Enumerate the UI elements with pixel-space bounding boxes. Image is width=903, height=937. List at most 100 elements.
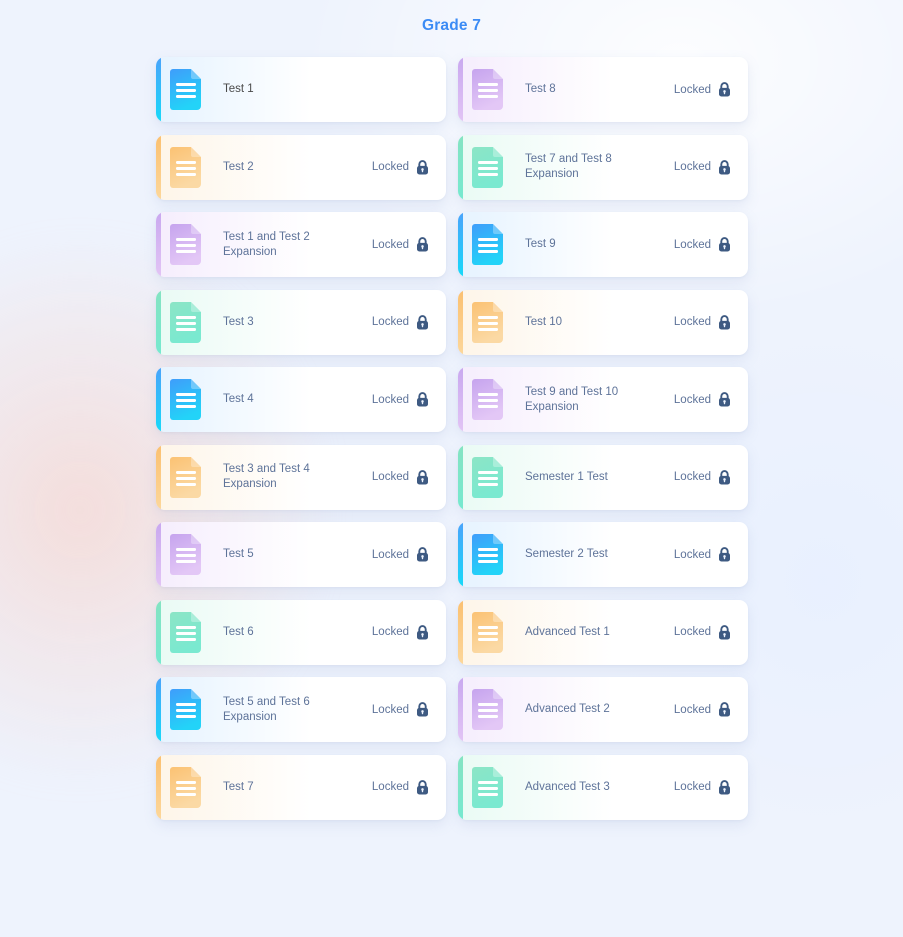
test-card[interactable]: Semester 2 Test Locked [458,522,748,587]
test-card[interactable]: Test 2 Locked [156,134,446,200]
card-accent-bar [156,212,161,277]
padlock-icon [416,469,429,485]
test-card[interactable]: Test 3 and Test 4 Expansion Locked [156,444,446,510]
card-accent-bar [156,57,161,122]
test-card[interactable]: Test 9 and Test 10 Expansion Locked [458,367,748,432]
test-card-title: Test 10 [525,315,563,328]
locked-status-badge: Locked [674,392,731,407]
test-card-title: Test 2 [223,160,254,173]
locked-status-badge: Locked [372,392,429,407]
test-card-title: Test 6 [223,625,254,638]
padlock-icon [718,237,731,252]
card-accent-bar [458,57,463,122]
test-card-grid: Test 1 Test 8 Locked Test 2 Locked Test … [0,57,903,820]
locked-status-badge: Locked [674,314,731,330]
test-card-title: Test 3 and Test 4 Expansion [223,463,310,490]
locked-status-label: Locked [371,781,409,793]
test-card[interactable]: Test 4 Locked [156,367,446,432]
padlock-icon [718,702,731,717]
locked-status-label: Locked [371,161,409,173]
test-card[interactable]: Test 10 Locked [458,289,748,355]
test-card[interactable]: Test 1 and Test 2 Expansion Locked [156,212,446,277]
locked-status-badge: Locked [673,779,731,795]
locked-status-label: Locked [673,548,711,561]
padlock-icon [416,237,429,252]
padlock-icon [718,82,731,97]
locked-status-badge: Locked [371,469,429,485]
padlock-icon [416,159,429,175]
padlock-icon [718,392,731,407]
test-card[interactable]: Test 7 and Test 8 Expansion Locked [458,134,748,200]
card-accent-bar [458,677,463,742]
card-accent-bar [458,522,463,587]
locked-status-label: Locked [673,781,711,793]
test-card-title: Test 7 [223,780,254,793]
card-accent-bar [458,754,463,820]
test-card[interactable]: Test 6 Locked [156,599,446,665]
card-accent-bar [156,522,161,587]
card-accent-bar [458,599,463,665]
card-accent-bar [458,289,463,355]
locked-status-badge: Locked [673,469,731,485]
card-accent-bar [156,754,161,820]
document-icon [472,69,504,110]
padlock-icon [416,392,429,407]
test-card-title: Advanced Test 2 [525,703,610,715]
locked-status-label: Locked [673,626,711,638]
test-card-title: Test 1 [223,83,254,95]
test-card-title: Test 8 [525,83,556,95]
test-card[interactable]: Test 5 and Test 6 Expansion Locked [156,677,446,742]
locked-status-label: Locked [673,238,711,251]
locked-status-label: Locked [673,161,711,173]
card-accent-bar [458,444,463,510]
test-card[interactable]: Test 9 Locked [458,212,748,277]
test-card-title: Test 3 [223,315,254,328]
test-card-title: Test 5 and Test 6 Expansion [223,695,310,723]
card-accent-bar [458,367,463,432]
document-icon [170,146,202,188]
test-card-title: Test 4 [223,393,254,405]
test-card[interactable]: Test 5 Locked [156,522,446,587]
padlock-icon [718,469,731,485]
padlock-icon [416,314,429,330]
locked-status-badge: Locked [673,624,731,640]
locked-status-badge: Locked [674,82,731,97]
test-card-title: Semester 2 Test [525,548,608,560]
card-accent-bar [458,212,463,277]
test-card[interactable]: Test 1 [156,57,446,122]
locked-status-badge: Locked [371,314,429,330]
locked-status-badge: Locked [371,779,429,795]
card-accent-bar [156,289,161,355]
card-accent-bar [156,134,161,200]
locked-status-badge: Locked [372,547,429,562]
padlock-icon [416,779,429,795]
locked-status-label: Locked [673,83,711,96]
locked-status-label: Locked [371,471,409,483]
locked-status-label: Locked [371,238,409,251]
locked-status-label: Locked [371,548,409,561]
document-icon [472,611,504,653]
locked-status-label: Locked [371,393,409,406]
document-icon [472,456,504,498]
card-accent-bar [458,134,463,200]
test-card[interactable]: Advanced Test 1 Locked [458,599,748,665]
padlock-icon [718,159,731,175]
document-icon [170,379,202,420]
test-card[interactable]: Test 8 Locked [458,57,748,122]
card-accent-bar [156,444,161,510]
test-card[interactable]: Advanced Test 2 Locked [458,677,748,742]
locked-status-badge: Locked [372,702,429,717]
locked-status-label: Locked [673,471,711,483]
document-icon [472,146,504,188]
test-card[interactable]: Semester 1 Test Locked [458,444,748,510]
test-card-title: Advanced Test 1 [525,625,610,638]
locked-status-label: Locked [371,626,409,638]
test-card[interactable]: Advanced Test 3 Locked [458,754,748,820]
test-card-title: Test 5 [223,548,254,560]
test-card[interactable]: Test 7 Locked [156,754,446,820]
card-accent-bar [156,677,161,742]
padlock-icon [416,702,429,717]
test-card[interactable]: Test 3 Locked [156,289,446,355]
locked-status-label: Locked [371,316,409,328]
document-icon [170,69,202,110]
